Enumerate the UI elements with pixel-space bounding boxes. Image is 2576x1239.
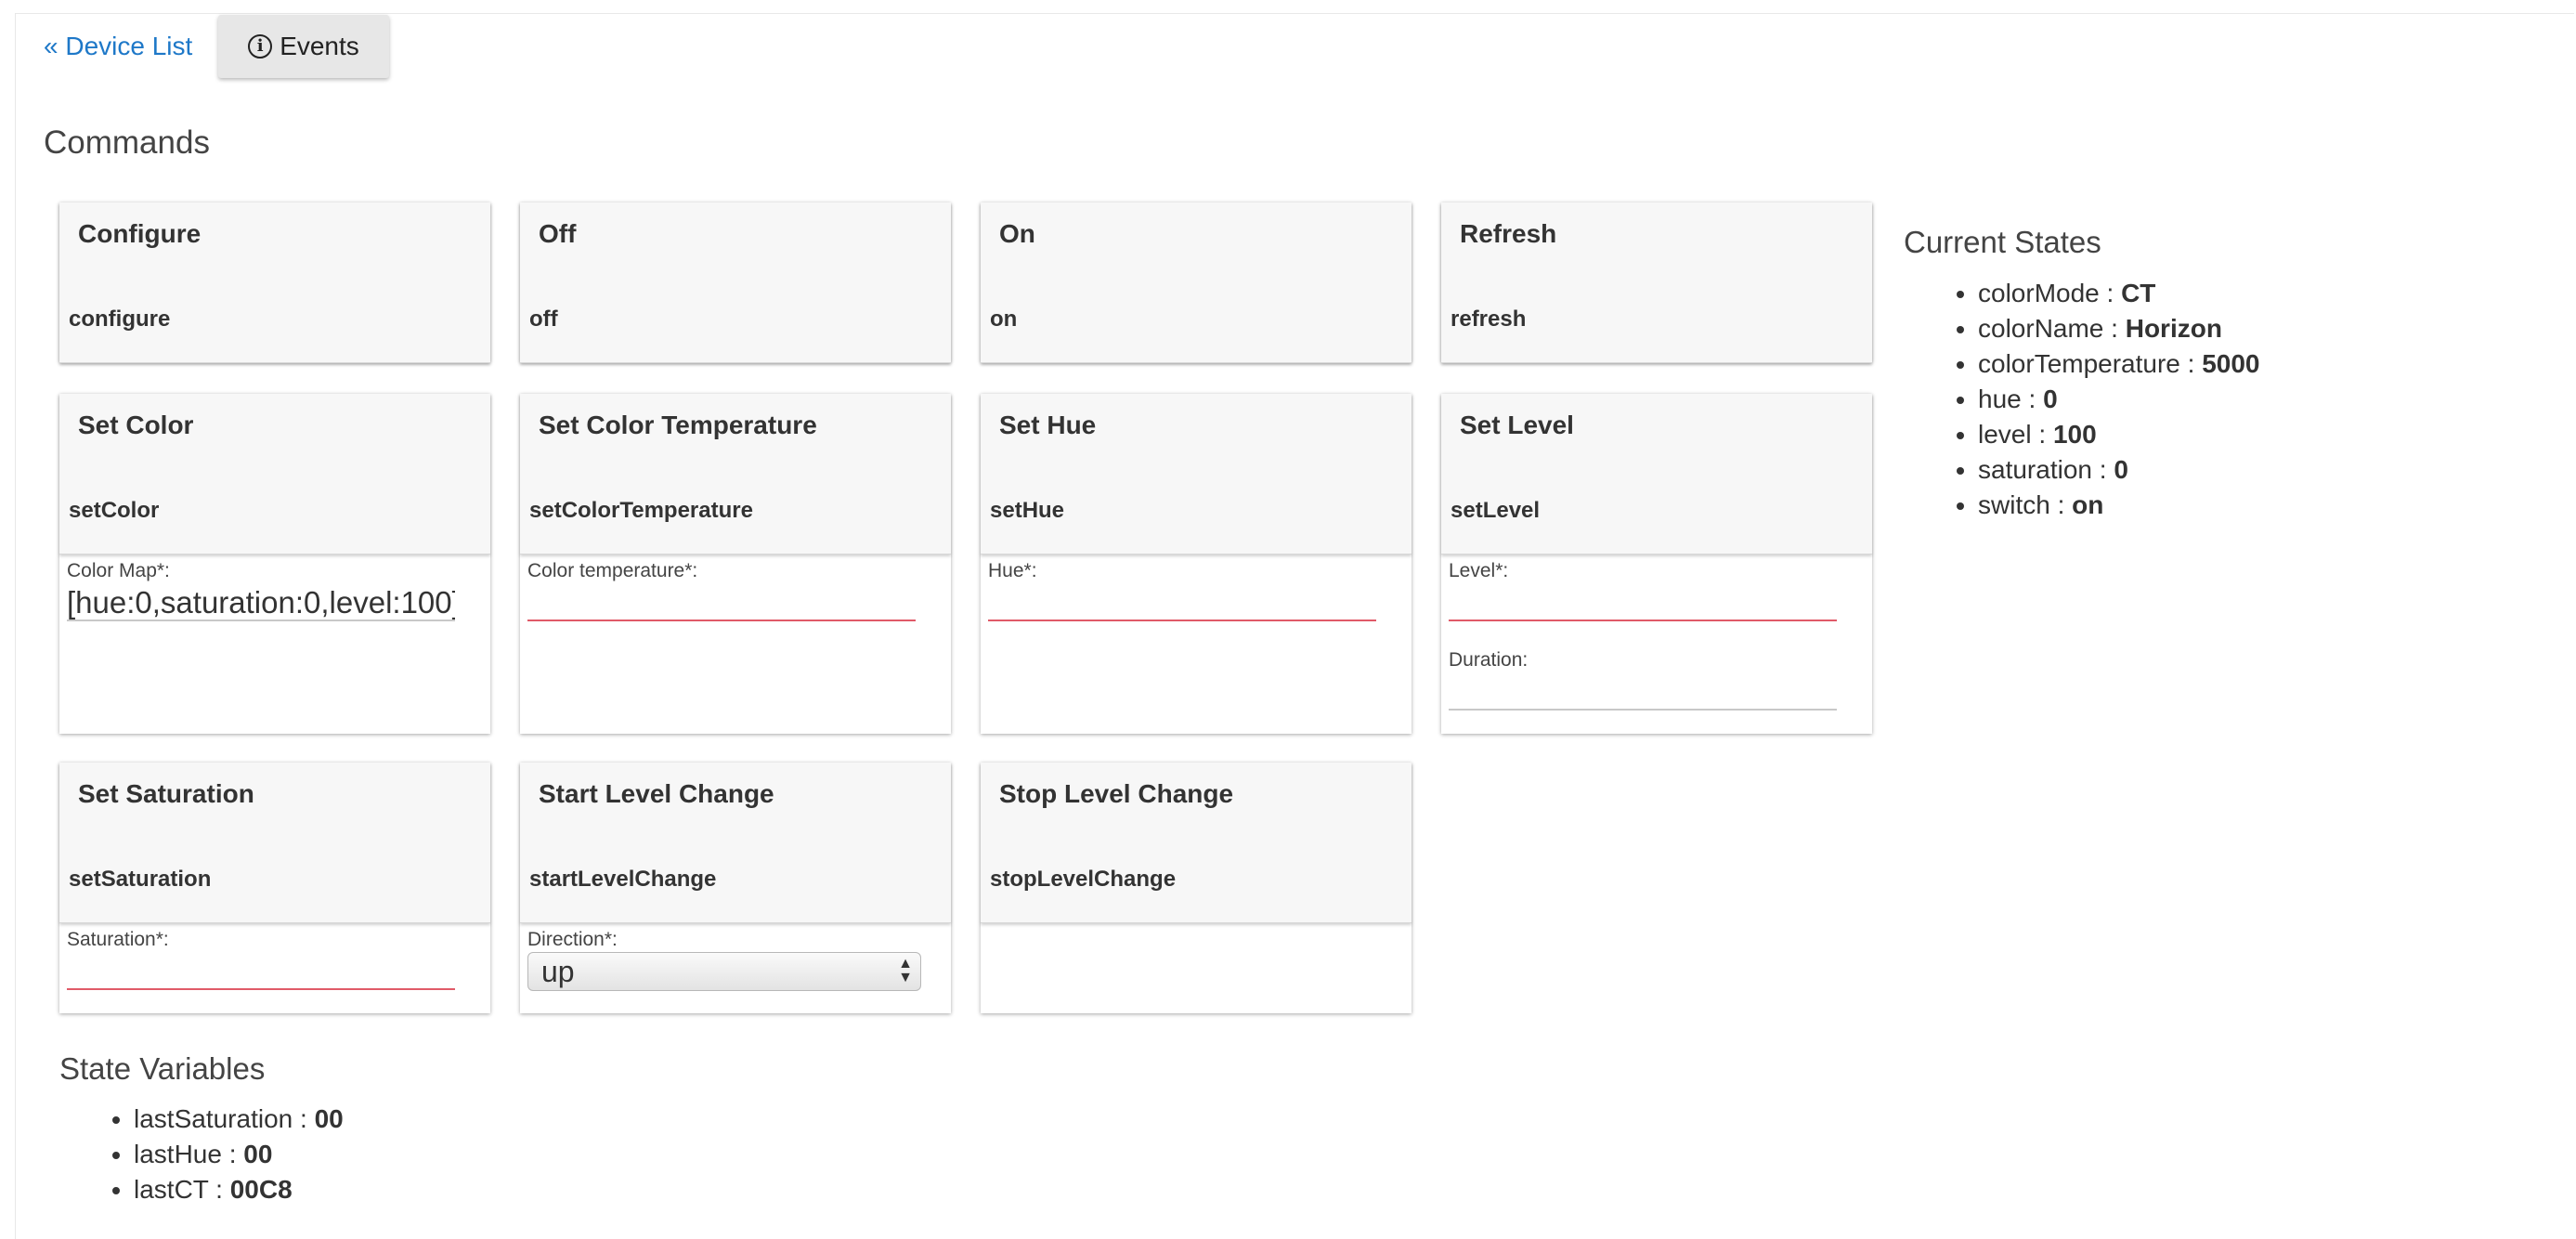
saturation-label: Saturation*: [67, 929, 169, 950]
command-card-set-level: Set Level setLevel Level*: Duration: [1441, 394, 1872, 734]
color-temperature-input[interactable] [527, 586, 916, 621]
state-item: colorMode : CT [1978, 276, 2260, 311]
select-arrows-icon: ▲ ▼ [898, 956, 913, 985]
direction-select[interactable]: up ▲ ▼ [527, 952, 921, 991]
state-variable-item: lastSaturation : 00 [134, 1102, 344, 1137]
card-command-name: setHue [990, 498, 1065, 523]
card-command-name: setColor [69, 498, 160, 523]
events-button-label: Events [280, 32, 359, 60]
color-map-label: Color Map*: [67, 560, 170, 581]
command-card-refresh: Refresh refresh [1441, 202, 1872, 363]
card-command-name: stopLevelChange [990, 867, 1177, 892]
events-button[interactable]: i Events [218, 15, 389, 78]
command-card-set-hue: Set Hue setHue Hue*: [981, 394, 1412, 734]
command-card-configure: Configure configure [59, 202, 490, 363]
saturation-input[interactable] [67, 955, 455, 990]
set-hue-button[interactable]: Set Hue setHue [981, 394, 1412, 554]
set-saturation-button[interactable]: Set Saturation setSaturation [59, 763, 490, 923]
card-title: Configure [78, 219, 202, 248]
command-card-stop-level-change: Stop Level Change stopLevelChange [981, 763, 1412, 1013]
color-map-input[interactable] [67, 586, 455, 621]
card-command-name: setColorTemperature [529, 498, 753, 523]
card-command-name: on [990, 306, 1018, 332]
command-card-on: On on [981, 202, 1412, 363]
hue-label: Hue*: [988, 560, 1037, 581]
command-card-off: Off off [520, 202, 951, 363]
direction-selected-value: up [541, 954, 575, 988]
set-color-temperature-button[interactable]: Set Color Temperature setColorTemperatur… [520, 394, 951, 554]
card-title: On [999, 219, 1035, 248]
card-title: Off [539, 219, 577, 248]
state-item: colorTemperature : 5000 [1978, 346, 2260, 382]
card-title: Refresh [1460, 219, 1557, 248]
state-variables-heading: State Variables [59, 1051, 266, 1086]
on-button[interactable]: On on [981, 202, 1412, 363]
state-item: saturation : 0 [1978, 452, 2260, 488]
card-command-name: setSaturation [69, 867, 212, 892]
card-title: Set Color [78, 411, 194, 439]
commands-heading: Commands [44, 124, 210, 161]
level-label: Level*: [1449, 560, 1509, 581]
card-title: Set Hue [999, 411, 1097, 439]
refresh-button[interactable]: Refresh refresh [1441, 202, 1872, 363]
command-card-set-color-temperature: Set Color Temperature setColorTemperatur… [520, 394, 951, 734]
card-command-name: off [529, 306, 558, 332]
state-variable-item: lastCT : 00C8 [134, 1172, 344, 1207]
info-circle-icon: i [248, 34, 273, 59]
off-button[interactable]: Off off [520, 202, 951, 363]
set-color-button[interactable]: Set Color setColor [59, 394, 490, 554]
device-list-link[interactable]: « Device List [44, 32, 192, 61]
configure-button[interactable]: Configure configure [59, 202, 490, 363]
direction-label: Direction*: [527, 929, 618, 950]
state-item: level : 100 [1978, 417, 2260, 452]
card-title: Stop Level Change [999, 779, 1234, 808]
card-command-name: startLevelChange [529, 867, 717, 892]
card-title: Start Level Change [539, 779, 774, 808]
card-command-name: setLevel [1451, 498, 1541, 523]
set-level-button[interactable]: Set Level setLevel [1441, 394, 1872, 554]
card-title: Set Level [1460, 411, 1574, 439]
duration-label: Duration: [1449, 649, 1529, 671]
card-title: Set Color Temperature [539, 411, 817, 439]
card-command-name: refresh [1451, 306, 1527, 332]
state-item: hue : 0 [1978, 382, 2260, 417]
command-card-set-color: Set Color setColor Color Map*: [59, 394, 490, 734]
command-card-start-level-change: Start Level Change startLevelChange Dire… [520, 763, 951, 1013]
current-states-heading: Current States [1904, 225, 2101, 259]
state-item: switch : on [1978, 488, 2260, 523]
card-title: Set Saturation [78, 779, 254, 808]
color-temperature-label: Color temperature*: [527, 560, 698, 581]
state-variable-item: lastHue : 00 [134, 1137, 344, 1172]
level-input[interactable] [1449, 586, 1837, 621]
hue-input[interactable] [988, 586, 1376, 621]
duration-input[interactable] [1449, 675, 1837, 711]
start-level-change-button[interactable]: Start Level Change startLevelChange [520, 763, 951, 923]
current-states-list: colorMode : CT colorName : Horizon color… [1937, 276, 2260, 523]
stop-level-change-button[interactable]: Stop Level Change stopLevelChange [981, 763, 1412, 923]
state-variables-list: lastSaturation : 00 lastHue : 00 lastCT … [93, 1102, 344, 1207]
state-item: colorName : Horizon [1978, 311, 2260, 346]
command-card-set-saturation: Set Saturation setSaturation Saturation*… [59, 763, 490, 1013]
card-command-name: configure [69, 306, 171, 332]
